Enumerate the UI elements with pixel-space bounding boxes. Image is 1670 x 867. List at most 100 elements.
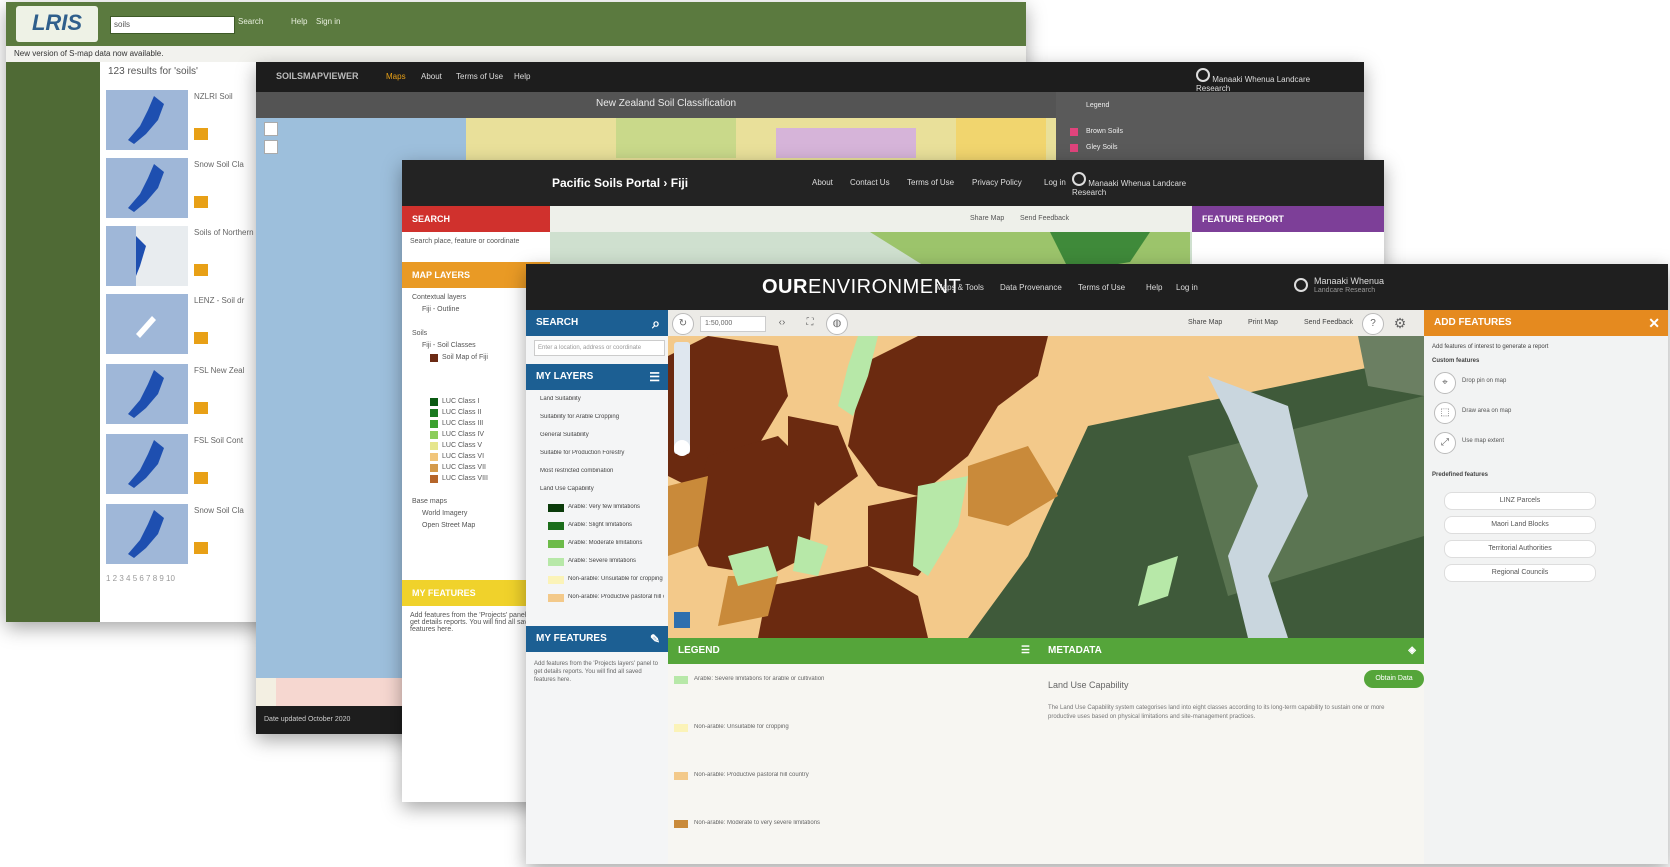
result-title[interactable]: Snow Soil Cla	[194, 506, 244, 515]
lris-logo[interactable]: LRIS	[16, 6, 98, 42]
layer-item[interactable]: Fiji - Soil Classes	[422, 342, 476, 349]
download-button[interactable]	[194, 472, 208, 484]
arrows-icon[interactable]: ‹›	[772, 313, 792, 333]
ourenv-brand[interactable]: OURENVIRONMENT	[762, 276, 961, 299]
regional-councils-button[interactable]: Regional Councils	[1444, 564, 1596, 582]
layer-item[interactable]: Arable: Slight limitations	[568, 522, 664, 528]
result-title[interactable]: Soils of Northern	[194, 228, 254, 237]
layer-item[interactable]: Non-arable: Productive pastoral hill cou…	[568, 594, 664, 600]
send-feedback-button[interactable]: Send Feedback	[1020, 215, 1069, 222]
layer-item[interactable]: Fiji - Outline	[422, 306, 459, 313]
nav-data-provenance[interactable]: Data Provenance	[1000, 283, 1062, 292]
layer-group[interactable]: Base maps	[412, 498, 447, 505]
pin-icon[interactable]: ⌖	[1434, 372, 1456, 394]
result-title[interactable]: Snow Soil Cla	[194, 160, 244, 169]
nav-contact[interactable]: Contact Us	[850, 178, 890, 187]
lris-result[interactable]: FSL Soil Cont	[106, 434, 256, 494]
help-icon[interactable]: ?	[1362, 313, 1384, 335]
fullscreen-icon[interactable]: ⛶	[800, 313, 820, 333]
lris-result[interactable]: Snow Soil Cla	[106, 158, 256, 218]
result-title[interactable]: NZLRI Soil	[194, 92, 233, 101]
draw-area-icon[interactable]: ⬚	[1434, 402, 1456, 424]
add-features-header[interactable]: ADD FEATURES ✕	[1424, 310, 1668, 336]
search-panel-header[interactable]: SEARCH ⌕	[526, 310, 668, 336]
soils-viewer-brand[interactable]: SOILSMAPVIEWER	[276, 71, 359, 81]
layer-item[interactable]: Suitable for Production Forestry	[540, 450, 664, 456]
layer-group[interactable]: Contextual layers	[412, 294, 466, 301]
layer-item[interactable]: Land Suitability	[540, 396, 664, 402]
legend-header[interactable]: LEGEND ☰	[668, 638, 1038, 664]
layer-item[interactable]: Soil Map of Fiji	[442, 354, 488, 361]
search-icon[interactable]: ⌕	[652, 310, 660, 336]
lris-search-input[interactable]: soils	[110, 16, 235, 34]
lris-result[interactable]: NZLRI Soil	[106, 90, 256, 150]
basemap-option[interactable]: World Imagery	[422, 510, 467, 517]
share-map-button[interactable]: Share Map	[1188, 319, 1222, 326]
metadata-header[interactable]: METADATA ◈	[1038, 638, 1424, 664]
refresh-icon[interactable]: ↻	[672, 313, 694, 335]
lris-pagination[interactable]: 1 2 3 4 5 6 7 8 9 10	[106, 574, 175, 583]
layer-group[interactable]: Soils	[412, 330, 427, 337]
share-map-button[interactable]: Share Map	[970, 215, 1004, 222]
download-button[interactable]	[194, 128, 208, 140]
nav-login[interactable]: Log in	[1044, 178, 1066, 187]
search-panel-header[interactable]: SEARCH	[402, 206, 560, 232]
territorial-authorities-button[interactable]: Territorial Authorities	[1444, 540, 1596, 558]
nav-terms[interactable]: Terms of Use	[1078, 283, 1125, 292]
layer-item[interactable]: Land Use Capability	[540, 486, 664, 492]
nav-terms[interactable]: Terms of Use	[907, 178, 954, 187]
drop-pin-option[interactable]: Drop pin on map	[1462, 378, 1506, 384]
my-layers-header[interactable]: MY LAYERS ☰	[526, 364, 668, 390]
result-title[interactable]: FSL New Zeal	[194, 366, 244, 375]
scale-select[interactable]: 1:50,000	[700, 316, 766, 332]
layer-item[interactable]: General Suitability	[540, 432, 664, 438]
lris-nav-signin[interactable]: Sign in	[316, 17, 340, 26]
layer-item[interactable]: Arable: Moderate limitations	[568, 540, 664, 546]
layer-item[interactable]: Suitability for Arable Cropping	[540, 414, 664, 420]
search-input[interactable]: Search place, feature or coordinate	[410, 238, 519, 245]
locate-button[interactable]	[674, 612, 690, 628]
send-feedback-button[interactable]: Send Feedback	[1304, 319, 1353, 326]
result-title[interactable]: LENZ - Soil dr	[194, 296, 244, 305]
lris-result[interactable]: Soils of Northern	[106, 226, 256, 286]
result-title[interactable]: FSL Soil Cont	[194, 436, 243, 445]
search-input[interactable]: Enter a location, address or coordinate	[534, 340, 665, 356]
my-features-header[interactable]: MY FEATURES ✎	[526, 626, 668, 652]
globe-icon[interactable]: ◍	[826, 313, 848, 335]
download-button[interactable]	[194, 264, 208, 276]
lris-nav-help[interactable]: Help	[291, 17, 307, 26]
nav-terms[interactable]: Terms of Use	[456, 72, 503, 81]
layer-item[interactable]: Arable: Very few limitations	[568, 504, 664, 510]
portal-title-text[interactable]: Pacific Soils Portal	[552, 176, 660, 190]
nav-maps-tools[interactable]: Maps & Tools	[936, 283, 984, 292]
lris-result[interactable]: FSL New Zeal	[106, 364, 256, 424]
nav-about[interactable]: About	[812, 178, 833, 187]
zoom-out-button[interactable]	[264, 140, 278, 154]
map-extent-option[interactable]: Use map extent	[1462, 438, 1504, 444]
linz-parcels-button[interactable]: LINZ Parcels	[1444, 492, 1596, 510]
layer-item[interactable]: Non-arable: Unsuitable for cropping	[568, 576, 664, 582]
zoom-slider[interactable]	[674, 342, 690, 454]
maori-land-blocks-button[interactable]: Maori Land Blocks	[1444, 516, 1596, 534]
nav-maps[interactable]: Maps	[386, 72, 406, 81]
layer-item[interactable]: Arable: Severe limitations	[568, 558, 664, 564]
nav-about[interactable]: About	[421, 72, 442, 81]
basemap-option[interactable]: Open Street Map	[422, 522, 475, 529]
layer-item[interactable]: Most restricted combination	[540, 468, 664, 474]
feature-report-header[interactable]: FEATURE REPORT	[1192, 206, 1384, 232]
lris-result[interactable]: LENZ - Soil dr	[106, 294, 256, 354]
map-extent-icon[interactable]: ⤢	[1434, 432, 1456, 454]
download-button[interactable]	[194, 332, 208, 344]
nav-help[interactable]: Help	[514, 72, 530, 81]
lris-result[interactable]: Snow Soil Cla	[106, 504, 256, 564]
download-button[interactable]	[194, 542, 208, 554]
gear-icon[interactable]: ⚙	[1390, 313, 1410, 333]
close-icon[interactable]: ✕	[1648, 310, 1660, 336]
download-button[interactable]	[194, 196, 208, 208]
nav-help[interactable]: Help	[1146, 283, 1162, 292]
land-use-map[interactable]	[668, 336, 1424, 638]
nav-privacy[interactable]: Privacy Policy	[972, 178, 1022, 187]
zoom-slider-handle[interactable]	[674, 440, 690, 456]
draw-area-option[interactable]: Draw area on map	[1462, 408, 1511, 414]
lris-search-button[interactable]: Search	[238, 17, 263, 26]
